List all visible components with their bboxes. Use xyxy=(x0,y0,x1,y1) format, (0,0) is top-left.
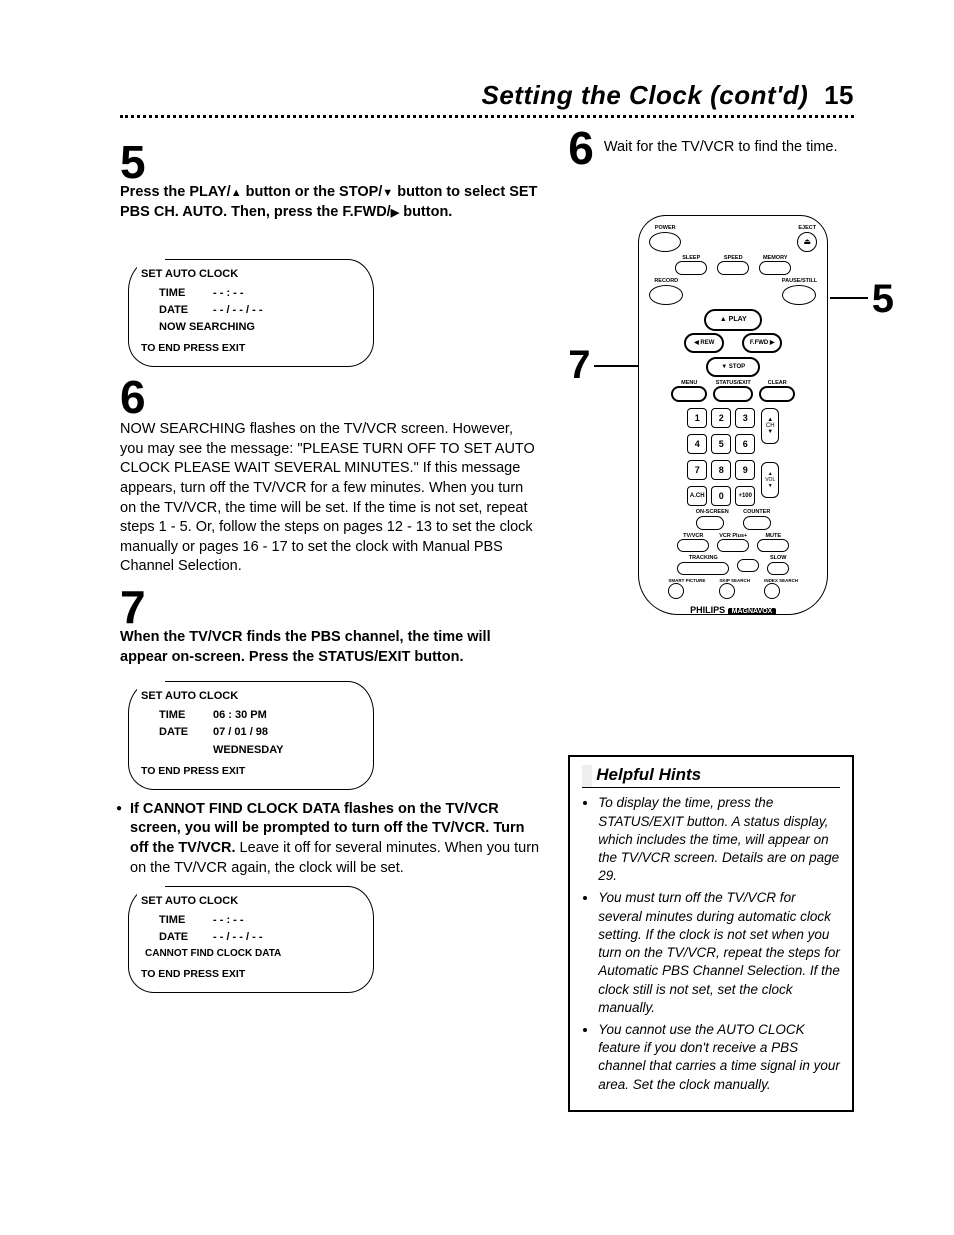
osd-date-value: 07 / 01 / 98 xyxy=(213,724,268,741)
osd-time-label: TIME xyxy=(159,912,199,929)
tracking-button xyxy=(677,562,729,575)
cannot-find-note: If CANNOT FIND CLOCK DATA flashes on the… xyxy=(120,800,540,878)
osd-time-label: TIME xyxy=(159,285,199,302)
vcrplus-button xyxy=(717,539,749,552)
manual-page: Setting the Clock (cont'd) 15 5 Press th… xyxy=(0,0,954,1235)
page-header: Setting the Clock (cont'd) 15 xyxy=(120,80,854,111)
triangle-up-icon xyxy=(231,184,242,200)
osd-title: SET AUTO CLOCK xyxy=(141,893,361,910)
left-column: 5 Press the PLAY/ button or the STOP/ bu… xyxy=(120,132,540,1112)
triangle-right-icon xyxy=(391,204,399,220)
pause-button xyxy=(782,285,816,305)
record-button xyxy=(649,285,683,305)
stop-button: ▼ STOP xyxy=(706,357,760,377)
osd-date-value: - - / - - / - - xyxy=(213,302,262,319)
power-label: POWER xyxy=(649,226,681,232)
step-6-body: NOW SEARCHING flashes on the TV/VCR scre… xyxy=(120,420,540,577)
keypad-9: 9 xyxy=(735,460,755,480)
tracking-plus-button xyxy=(737,559,759,572)
ffwd-button: F.FWD ▶ xyxy=(742,333,782,353)
osd-time-value: 06 : 30 PM xyxy=(213,707,267,724)
hint-item: You cannot use the AUTO CLOCK feature if… xyxy=(598,1021,840,1094)
power-button xyxy=(649,232,681,252)
page-number: 15 xyxy=(824,80,854,110)
osd-box-searching: SET AUTO CLOCK TIME - - : - - DATE - - / -… xyxy=(128,259,374,367)
eject-button: ⏏ xyxy=(797,232,817,252)
dotted-rule xyxy=(120,115,854,118)
index-search-button xyxy=(764,583,780,599)
callout-7: 7 xyxy=(568,343,590,388)
eject-label: EJECT xyxy=(797,226,817,232)
step-6-number: 6 xyxy=(120,377,540,418)
osd-footer: TO END PRESS EXIT xyxy=(141,759,361,779)
keypad-ach: A.CH xyxy=(687,486,707,506)
osd-box-cannot-find: SET AUTO CLOCK TIME - - : - - DATE - - / -… xyxy=(128,886,374,993)
speed-button xyxy=(717,261,749,275)
keypad-plus100: +100 xyxy=(735,486,755,506)
osd-box-found: SET AUTO CLOCK TIME 06 : 30 PM DATE 07 / 0… xyxy=(128,681,374,789)
keypad-2: 2 xyxy=(711,408,731,428)
keypad-3: 3 xyxy=(735,408,755,428)
status-exit-button xyxy=(713,386,753,402)
step-6-text-right: Wait for the TV/VCR to find the time. xyxy=(604,132,838,158)
osd-footer: TO END PRESS EXIT xyxy=(141,962,361,982)
keypad-5: 5 xyxy=(711,434,731,454)
hint-item: You must turn off the TV/VCR for several… xyxy=(598,889,840,1017)
remote-control: POWER EJECT ⏏ SLEEP SPEED MEMORY xyxy=(638,215,828,615)
osd-date-label: DATE xyxy=(159,302,199,319)
tvvcr-button xyxy=(677,539,709,552)
step-7-instruction: When the TV/VCR finds the PBS channel, t… xyxy=(120,628,540,667)
menu-button xyxy=(671,386,707,402)
brand-philips: PHILIPS xyxy=(690,605,725,615)
step-6-number-right: 6 xyxy=(568,128,594,169)
hint-item: To display the time, press the STATUS/EX… xyxy=(598,794,840,885)
callout-5: 5 xyxy=(872,277,894,322)
keypad-4: 4 xyxy=(687,434,707,454)
skip-search-button xyxy=(719,583,735,599)
osd-footer: TO END PRESS EXIT xyxy=(141,336,361,356)
step-7-number: 7 xyxy=(120,587,540,628)
onscreen-button xyxy=(696,516,724,530)
right-column: 6 Wait for the TV/VCR to find the time. … xyxy=(568,132,854,1112)
osd-time-label: TIME xyxy=(159,707,199,724)
rew-button: ◀ REW xyxy=(684,333,724,353)
mute-button xyxy=(757,539,789,552)
sleep-button xyxy=(675,261,707,275)
osd-title: SET AUTO CLOCK xyxy=(141,688,361,705)
ch-rocker: ▲CH▼ xyxy=(761,408,779,444)
osd-time-value: - - : - - xyxy=(213,285,244,302)
osd-status-line: NOW SEARCHING xyxy=(141,319,361,336)
keypad-6: 6 xyxy=(735,434,755,454)
helpful-hints-box: Helpful Hints To display the time, press… xyxy=(568,755,854,1112)
play-button: ▲ PLAY xyxy=(704,309,762,331)
helpful-hints-list: To display the time, press the STATUS/EX… xyxy=(582,794,840,1094)
osd-time-value: - - : - - xyxy=(213,912,244,929)
osd-day: WEDNESDAY xyxy=(213,742,284,759)
helpful-hints-title: Helpful Hints xyxy=(582,765,840,788)
memory-button xyxy=(759,261,791,275)
keypad-1: 1 xyxy=(687,408,707,428)
callout-5-line xyxy=(830,297,868,299)
clear-button xyxy=(759,386,795,402)
triangle-down-icon xyxy=(382,184,393,200)
step-5-instruction: Press the PLAY/ button or the STOP/ butt… xyxy=(120,183,540,222)
osd-date-value: - - / - - / - - xyxy=(213,929,262,946)
step-6-right: 6 Wait for the TV/VCR to find the time. xyxy=(568,132,854,169)
remote-diagram: 5 7 POWER EJECT ⏏ xyxy=(568,215,854,635)
osd-date-label: DATE xyxy=(159,929,199,946)
step-5-number: 5 xyxy=(120,142,540,183)
header-title: Setting the Clock (cont'd) xyxy=(482,80,809,110)
keypad-0: 0 xyxy=(711,486,731,506)
slow-button xyxy=(767,562,789,575)
vol-rocker: ▲VOL▼ xyxy=(761,462,779,498)
keypad-8: 8 xyxy=(711,460,731,480)
osd-status-line: CANNOT FIND CLOCK DATA xyxy=(141,946,361,962)
osd-date-label: DATE xyxy=(159,724,199,741)
counter-button xyxy=(743,516,771,530)
osd-title: SET AUTO CLOCK xyxy=(141,266,361,283)
smart-picture-button xyxy=(668,583,684,599)
keypad-7: 7 xyxy=(687,460,707,480)
brand-magnavox: MAGNAVOX xyxy=(728,608,777,615)
